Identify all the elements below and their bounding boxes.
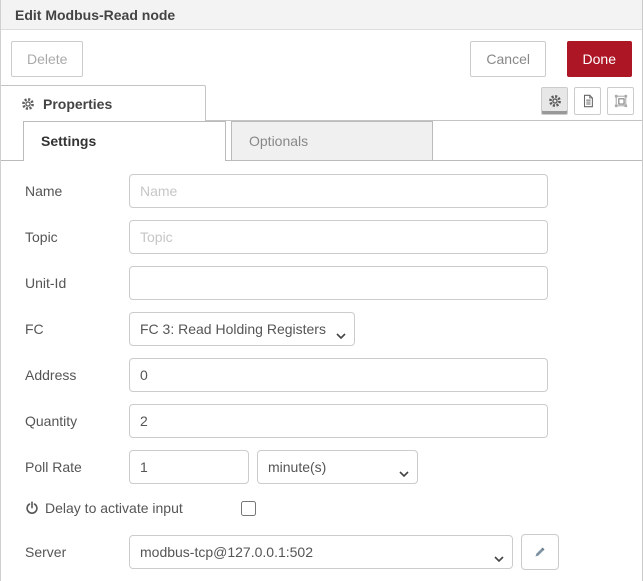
- node-appearance-button[interactable]: [607, 87, 634, 115]
- address-label: Address: [25, 367, 129, 383]
- name-label: Name: [25, 183, 129, 199]
- poll-rate-input[interactable]: [129, 450, 249, 484]
- node-properties-button[interactable]: [541, 87, 568, 115]
- poll-rate-unit-select[interactable]: minute(s): [257, 450, 418, 484]
- properties-tab-label: Properties: [43, 96, 112, 112]
- poll-rate-label: Poll Rate: [25, 459, 129, 475]
- tab-properties[interactable]: Properties: [1, 85, 206, 121]
- cancel-button[interactable]: Cancel: [470, 41, 546, 77]
- tab-settings[interactable]: Settings: [23, 121, 226, 160]
- tray-action-buttons: [541, 87, 634, 115]
- server-select[interactable]: modbus-tcp@127.0.0.1:502: [129, 535, 513, 569]
- delay-checkbox[interactable]: [241, 501, 256, 516]
- quantity-input[interactable]: [129, 404, 548, 438]
- dialog-title: Edit Modbus-Read node: [15, 7, 175, 23]
- address-row: Address: [25, 358, 618, 392]
- topic-label: Topic: [25, 229, 129, 245]
- fc-select[interactable]: FC 3: Read Holding Registers: [129, 312, 355, 346]
- node-description-button[interactable]: [574, 87, 601, 115]
- address-input[interactable]: [129, 358, 548, 392]
- gear-icon: [21, 97, 35, 111]
- settings-tab-label: Settings: [41, 133, 96, 149]
- gear-icon: [548, 94, 562, 108]
- scale-selection-icon: [614, 94, 628, 108]
- pencil-icon: [533, 545, 547, 559]
- tab-optionals[interactable]: Optionals: [231, 121, 433, 160]
- dialog-toolbar: Delete Cancel Done: [1, 30, 642, 85]
- server-label: Server: [25, 544, 129, 560]
- power-icon: [25, 501, 39, 515]
- doc-icon: [581, 94, 595, 108]
- edit-node-dialog: Edit Modbus-Read node Delete Cancel Done…: [0, 0, 643, 581]
- unit-id-label: Unit-Id: [25, 275, 129, 291]
- name-input[interactable]: [129, 174, 548, 208]
- topic-input[interactable]: [129, 220, 548, 254]
- dialog-titlebar: Edit Modbus-Read node: [1, 0, 642, 30]
- done-button[interactable]: Done: [567, 41, 632, 77]
- name-row: Name: [25, 174, 618, 208]
- unit-id-input[interactable]: [129, 266, 548, 300]
- unit-id-row: Unit-Id: [25, 266, 618, 300]
- topic-row: Topic: [25, 220, 618, 254]
- quantity-label: Quantity: [25, 413, 129, 429]
- fc-row: FC FC 3: Read Holding Registers: [25, 312, 618, 346]
- tray-tab-bar: Properties: [1, 85, 642, 121]
- delay-row: Delay to activate input: [25, 496, 618, 520]
- settings-form: Name Topic Unit-Id FC FC 3: Read Holding…: [1, 161, 642, 570]
- optionals-tab-label: Optionals: [249, 133, 308, 149]
- settings-tab-bar: Settings Optionals: [1, 121, 642, 161]
- server-row: Server modbus-tcp@127.0.0.1:502: [25, 534, 618, 570]
- delay-label: Delay to activate input: [45, 500, 183, 516]
- edit-server-button[interactable]: [521, 534, 559, 570]
- delete-button[interactable]: Delete: [11, 41, 83, 77]
- quantity-row: Quantity: [25, 404, 618, 438]
- poll-rate-row: Poll Rate minute(s): [25, 450, 618, 484]
- fc-label: FC: [25, 321, 129, 337]
